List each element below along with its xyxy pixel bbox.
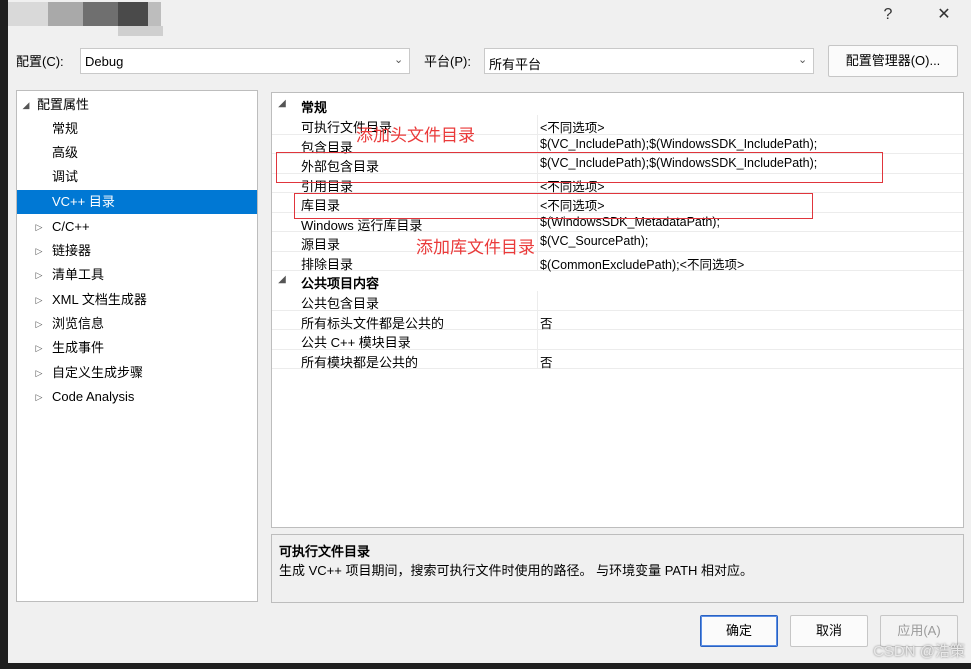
annotation-text-lib-dir: 添加库文件目录 bbox=[416, 238, 535, 257]
collapsed-arrow-icon[interactable]: ▷ bbox=[33, 215, 45, 239]
category-public-project-content[interactable]: ◢ 公共项目内容 bbox=[272, 271, 963, 291]
description-text: 生成 VC++ 项目期间，搜索可执行文件时使用的路径。 与环境变量 PATH 相… bbox=[279, 563, 754, 578]
property-name: 公共 C++ 模块目录 bbox=[301, 335, 411, 350]
property-name: 所有模块都是公共的 bbox=[301, 354, 419, 370]
property-name: 所有标头文件都是公共的 bbox=[301, 315, 445, 331]
tree-node-label: 调试 bbox=[52, 169, 79, 184]
platform-label: 平台(P): bbox=[424, 54, 471, 69]
config-value: Debug bbox=[85, 54, 124, 69]
tree-node-c-cpp[interactable]: ▷ C/C++ bbox=[17, 215, 257, 239]
annotation-box-external-include bbox=[276, 152, 883, 183]
property-name: 公共包含目录 bbox=[301, 296, 380, 311]
collapsed-arrow-icon[interactable]: ▷ bbox=[33, 263, 45, 287]
property-value[interactable]: 否 bbox=[540, 313, 553, 332]
tree-node-code-analysis[interactable]: ▷ Code Analysis bbox=[17, 385, 257, 409]
tree-node-label: 常规 bbox=[52, 121, 79, 136]
description-panel: 可执行文件目录 生成 VC++ 项目期间，搜索可执行文件时使用的路径。 与环境变… bbox=[271, 534, 964, 603]
tree-node-xml-doc-generator[interactable]: ▷ XML 文档生成器 bbox=[17, 288, 257, 312]
tree-node-custom-build-step[interactable]: ▷ 自定义生成步骤 bbox=[17, 361, 257, 385]
tree-node-manifest-tool[interactable]: ▷ 清单工具 bbox=[17, 263, 257, 287]
tree-node-browse-info[interactable]: ▷ 浏览信息 bbox=[17, 312, 257, 336]
property-row[interactable]: 所有标头文件都是公共的 否 bbox=[272, 310, 963, 332]
property-name: 源目录 bbox=[301, 237, 341, 252]
tree-node-label: Code Analysis bbox=[52, 389, 135, 404]
blurred-title bbox=[8, 2, 161, 26]
collapsed-arrow-icon[interactable]: ▷ bbox=[33, 336, 45, 360]
property-row[interactable]: 源目录 $(VC_SourcePath); bbox=[272, 232, 963, 252]
annotation-box-library-dir bbox=[294, 193, 813, 219]
property-row[interactable]: 公共包含目录 bbox=[272, 291, 963, 311]
property-name: 排除目录 bbox=[301, 256, 354, 272]
platform-combo[interactable]: 所有平台 ⌄ bbox=[484, 48, 814, 74]
property-row[interactable]: 所有模块都是公共的 否 bbox=[272, 349, 963, 371]
collapsed-arrow-icon[interactable]: ▷ bbox=[33, 312, 45, 336]
expanded-arrow-icon[interactable]: ◢ bbox=[20, 93, 32, 117]
collapse-arrow-icon[interactable]: ◢ bbox=[276, 274, 288, 285]
property-value[interactable]: <不同选项> bbox=[540, 117, 605, 136]
tree-node-general[interactable]: 常规 bbox=[17, 117, 257, 141]
tree-node-config-properties[interactable]: ◢ 配置属性 bbox=[17, 93, 257, 117]
platform-value: 所有平台 bbox=[489, 57, 542, 72]
collapsed-arrow-icon[interactable]: ▷ bbox=[33, 385, 45, 409]
tree-node-label: XML 文档生成器 bbox=[52, 292, 147, 307]
cancel-button[interactable]: 取消 bbox=[790, 615, 868, 647]
tree-node-label: C/C++ bbox=[52, 219, 90, 234]
ok-button[interactable]: 确定 bbox=[700, 615, 778, 647]
annotation-text-header-dir: 添加头文件目录 bbox=[356, 126, 475, 145]
tree-node-label: 清单工具 bbox=[52, 267, 105, 282]
tree-node-label: 浏览信息 bbox=[52, 316, 105, 331]
tree-node-label: 生成事件 bbox=[52, 340, 105, 355]
property-grid[interactable]: ◢ 常规 可执行文件目录 <不同选项> 包含目录 $(VC_IncludePat… bbox=[271, 92, 964, 528]
chevron-down-icon: ⌄ bbox=[394, 54, 404, 66]
tree-node-advanced[interactable]: 高级 bbox=[17, 141, 257, 165]
category-label: 公共项目内容 bbox=[301, 276, 380, 291]
tree-node-vc-directories[interactable]: VC++ 目录 bbox=[17, 190, 257, 214]
description-title: 可执行文件目录 bbox=[279, 544, 371, 559]
config-label: 配置(C): bbox=[16, 54, 64, 69]
bottom-strip bbox=[0, 663, 971, 669]
chevron-down-icon: ⌄ bbox=[798, 54, 808, 66]
property-row[interactable]: 排除目录 $(CommonExcludePath);<不同选项> bbox=[272, 251, 963, 273]
property-value[interactable]: $(CommonExcludePath);<不同选项> bbox=[540, 254, 744, 273]
category-label: 常规 bbox=[301, 100, 328, 115]
tree-node-label: VC++ 目录 bbox=[52, 194, 115, 209]
collapsed-arrow-icon[interactable]: ▷ bbox=[33, 288, 45, 312]
watermark: CSDN @浩策 bbox=[873, 643, 965, 660]
tree-node-label: 链接器 bbox=[52, 243, 92, 258]
property-value[interactable]: $(VC_SourcePath); bbox=[540, 234, 648, 248]
collapse-arrow-icon[interactable]: ◢ bbox=[276, 98, 288, 109]
tree-node-build-events[interactable]: ▷ 生成事件 bbox=[17, 336, 257, 360]
config-combo[interactable]: Debug ⌄ bbox=[80, 48, 410, 74]
category-general[interactable]: ◢ 常规 bbox=[272, 95, 963, 115]
property-pages-dialog: ? ✕ 配置(C): Debug ⌄ 平台(P): 所有平台 ⌄ 配置管理器(O… bbox=[8, 0, 971, 663]
tree-node-label: 高级 bbox=[52, 145, 79, 160]
property-row[interactable]: 公共 C++ 模块目录 bbox=[272, 330, 963, 350]
tree-node-linker[interactable]: ▷ 链接器 bbox=[17, 239, 257, 263]
tree-node-debugging[interactable]: 调试 bbox=[17, 165, 257, 189]
collapsed-arrow-icon[interactable]: ▷ bbox=[33, 361, 45, 385]
tree-node-label: 配置属性 bbox=[37, 97, 90, 112]
config-manager-button[interactable]: 配置管理器(O)... bbox=[828, 45, 958, 77]
tree-node-label: 自定义生成步骤 bbox=[52, 365, 144, 380]
close-button[interactable]: ✕ bbox=[932, 4, 956, 26]
blurred-title-fragment bbox=[118, 26, 163, 36]
property-tree[interactable]: ◢ 配置属性 常规 高级 调试 VC++ 目录 ▷ C/C++ ▷ 链接器 ▷ … bbox=[16, 90, 258, 602]
property-value[interactable]: $(VC_IncludePath);$(WindowsSDK_IncludePa… bbox=[540, 137, 817, 151]
help-button[interactable]: ? bbox=[876, 4, 900, 26]
collapsed-arrow-icon[interactable]: ▷ bbox=[33, 239, 45, 263]
property-value[interactable]: 否 bbox=[540, 352, 553, 371]
